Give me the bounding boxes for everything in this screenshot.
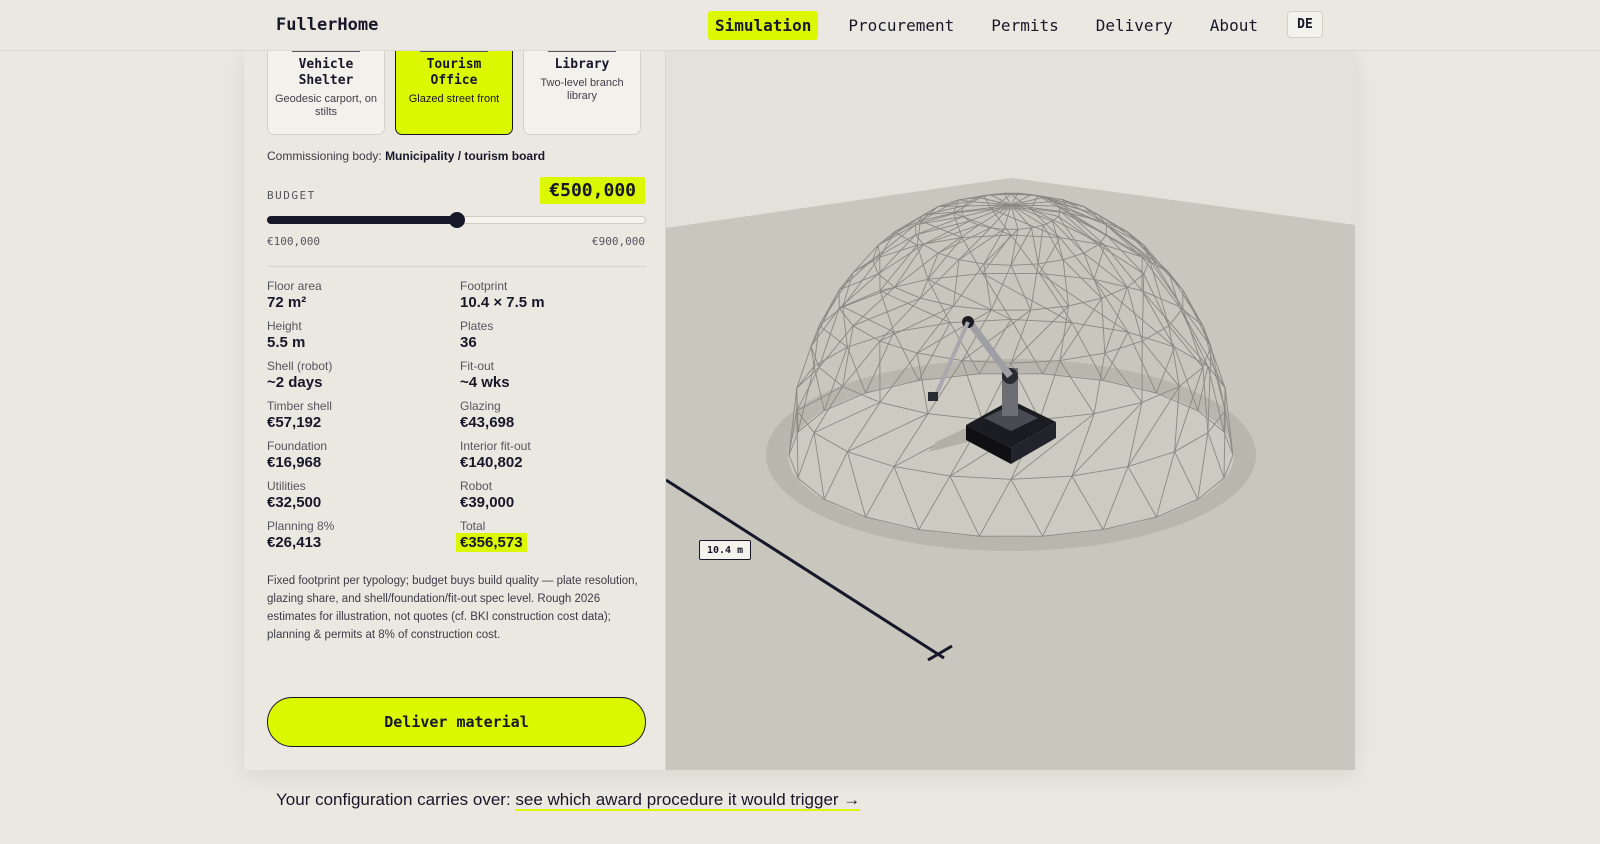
cost-note: Fixed footprint per typology; budget buy… (267, 575, 638, 641)
stat-value: 72 m² (267, 294, 307, 311)
budget-slider[interactable] (267, 212, 646, 228)
stat-label: Floor area (267, 279, 322, 293)
dimension-label: 10.4 m (699, 540, 752, 560)
divider (267, 266, 646, 267)
nav-procurement[interactable]: Procurement (841, 11, 961, 40)
budget-label: BUDGET (267, 189, 316, 202)
nav-permits[interactable]: Permits (984, 11, 1065, 40)
nav-links: Simulation Procurement Permits Delivery … (708, 11, 1265, 40)
stat-label: Glazing (460, 399, 501, 413)
stat-label: Shell (robot) (267, 359, 333, 373)
stat-floor-area: Floor area 72 m² (267, 279, 457, 312)
stat-value: ~2 days (267, 374, 323, 391)
type-name: Library (554, 57, 610, 72)
scene-canvas[interactable] (666, 50, 1355, 770)
top-nav: FullerHome Simulation Procurement Permit… (0, 0, 1600, 51)
stat-value: ~4 wks (460, 374, 510, 391)
stat-height: Height 5.5 m (267, 319, 457, 352)
commissioning-value: Municipality / tourism board (385, 149, 546, 163)
stat-label: Robot (460, 479, 493, 493)
stat-timber-shell: Timber shell €57,192 (267, 399, 457, 432)
type-description: Two-level branch library (540, 77, 624, 102)
stat-value: 5.5 m (267, 334, 306, 351)
config-panel: Vehicle Shelter Geodesic carport, on sti… (244, 14, 666, 770)
stat-footprint: Footprint 10.4 × 7.5 m (460, 279, 650, 312)
stat-label: Utilities (267, 479, 306, 493)
budget-value: €500,000 (540, 177, 645, 204)
footer-message: Your configuration carries over: see whi… (276, 790, 861, 811)
stat-label: Plates (460, 319, 494, 333)
stat-robot: Robot €39,000 (460, 479, 650, 512)
footer-text: Your configuration carries over: (276, 790, 516, 809)
stat-value: 36 (460, 334, 477, 351)
stat-glazing: Glazing €43,698 (460, 399, 650, 432)
robot-gripper (928, 392, 938, 401)
type-description: Glazed street front (408, 93, 500, 105)
stat-value: €140,802 (460, 454, 523, 471)
type-description: Geodesic carport, on stilts (274, 93, 378, 118)
stat-label: Footprint (460, 279, 508, 293)
stat-value: €43,698 (460, 414, 515, 431)
deliver-material-button[interactable]: Deliver material (267, 697, 646, 747)
stat-value: €16,968 (267, 454, 322, 471)
stat-fit-out: Fit-out ~4 wks (460, 359, 650, 392)
slider-thumb[interactable] (449, 212, 465, 228)
slider-min-label: €100,000 (267, 235, 320, 248)
stat-value: €32,500 (267, 494, 322, 511)
award-procedure-link[interactable]: see which award procedure it would trigg… (515, 790, 861, 811)
stat-value-total: €356,573 (456, 533, 527, 552)
type-name: Tourism Office (426, 57, 482, 88)
brand-logo[interactable]: FullerHome (276, 15, 378, 35)
stat-label: Planning 8% (267, 519, 335, 533)
commissioning-body: Commissioning body: Municipality / touri… (267, 149, 545, 163)
stat-value: 10.4 × 7.5 m (460, 294, 545, 311)
commissioning-label: Commissioning body: (267, 149, 382, 163)
stat-value: €26,413 (267, 534, 322, 551)
stat-foundation: Foundation €16,968 (267, 439, 457, 472)
stat-utilities: Utilities €32,500 (267, 479, 457, 512)
stat-label: Height (267, 319, 302, 333)
language-toggle[interactable]: DE (1287, 11, 1323, 38)
simulation-card: Vehicle Shelter Geodesic carport, on sti… (244, 14, 1355, 770)
nav-delivery[interactable]: Delivery (1089, 11, 1180, 40)
stat-shell-robot: Shell (robot) ~2 days (267, 359, 457, 392)
stat-label: Fit-out (460, 359, 495, 373)
stat-plates: Plates 36 (460, 319, 650, 352)
stat-value: €57,192 (267, 414, 322, 431)
stat-label: Timber shell (267, 399, 332, 413)
stat-interior-fit-out: Interior fit-out €140,802 (460, 439, 650, 472)
type-name: Vehicle Shelter (298, 57, 354, 88)
stat-planning: Planning 8% €26,413 (267, 519, 457, 552)
nav-about[interactable]: About (1203, 11, 1265, 40)
slider-fill (267, 216, 457, 224)
stat-label: Foundation (267, 439, 328, 453)
stat-label: Total (460, 519, 486, 533)
stat-value: €39,000 (460, 494, 515, 511)
slider-max-label: €900,000 (592, 235, 645, 248)
nav-simulation[interactable]: Simulation (708, 11, 819, 40)
3d-viewport[interactable] (666, 50, 1355, 770)
stat-total: Total €356,573 (456, 519, 650, 552)
stat-label: Interior fit-out (460, 439, 531, 453)
